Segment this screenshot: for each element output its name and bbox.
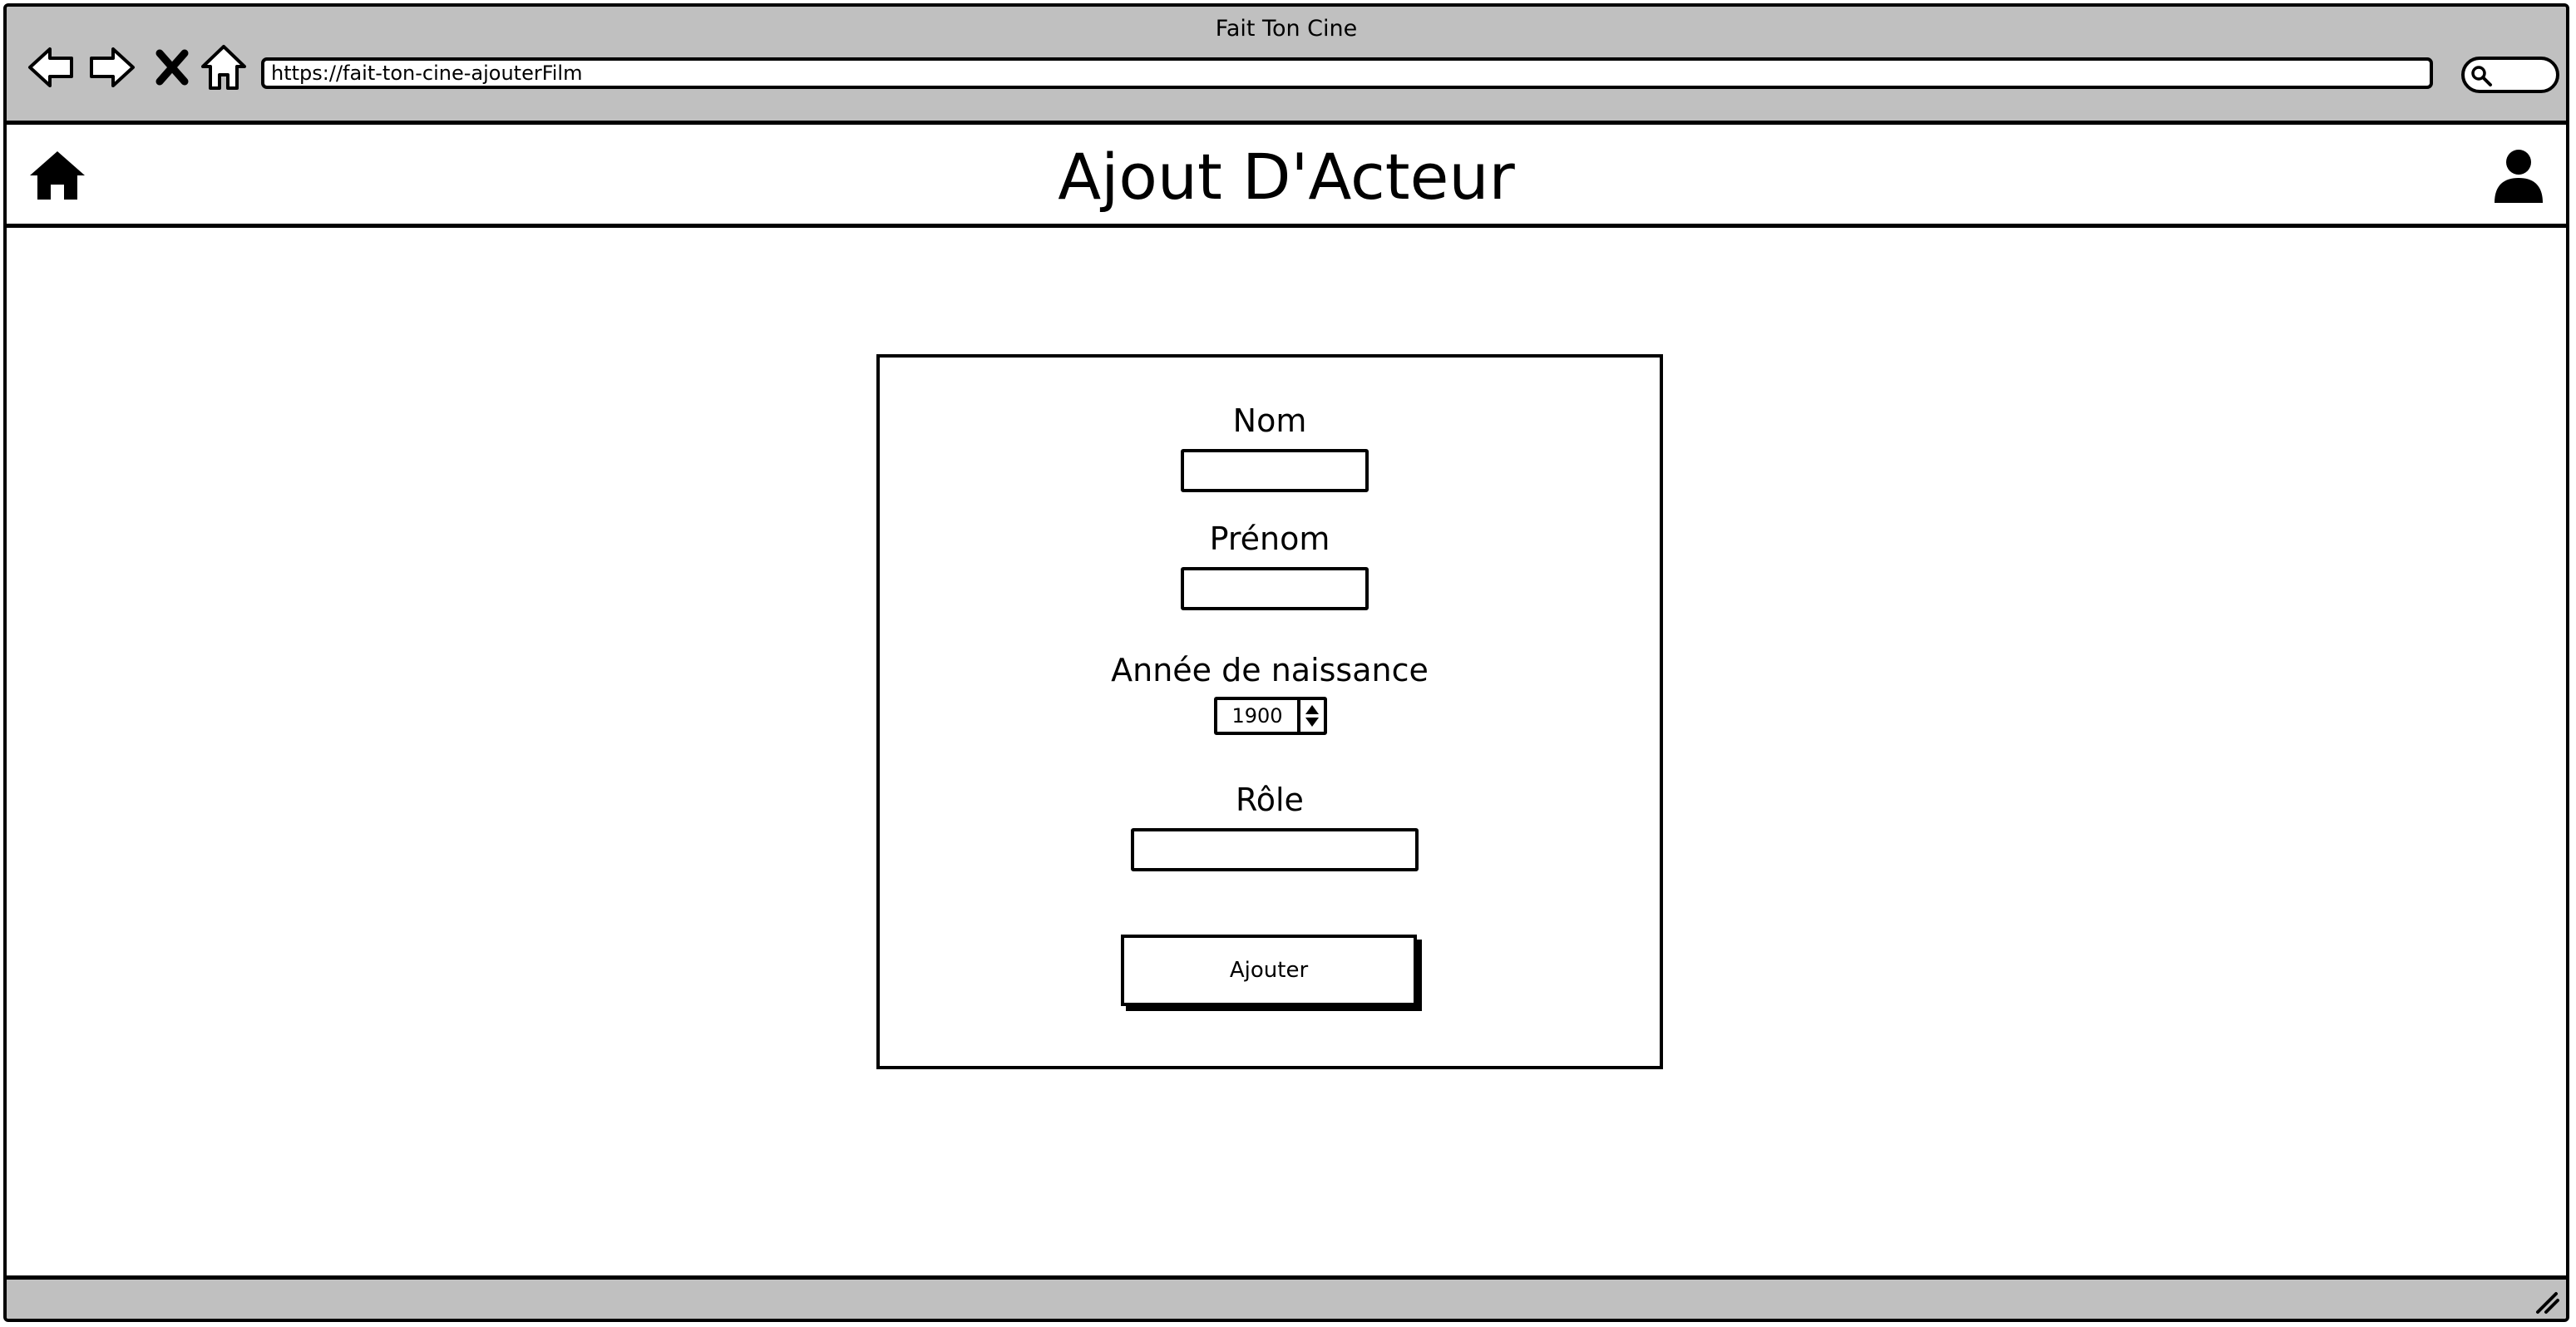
stepper-arrows-icon[interactable]	[1297, 700, 1324, 732]
forward-arrow-icon[interactable]	[88, 43, 136, 91]
browser-search-field[interactable]	[2461, 57, 2559, 93]
browser-toolbar: Fait Ton Cine https://fait-ton-cine-ajou…	[7, 7, 2566, 125]
role-input[interactable]	[1131, 828, 1419, 871]
birth-year-value[interactable]: 1900	[1217, 700, 1297, 732]
home-icon[interactable]	[200, 43, 248, 91]
nom-input[interactable]	[1181, 449, 1369, 492]
resize-grip-icon[interactable]	[2533, 1287, 2561, 1315]
prenom-input[interactable]	[1181, 567, 1369, 610]
field-label-prenom: Prénom	[1209, 520, 1330, 557]
ajouter-button[interactable]: Ajouter	[1121, 935, 1417, 1006]
address-bar[interactable]: https://fait-ton-cine-ajouterFilm	[261, 57, 2433, 89]
app-header: Ajout D'Acteur	[7, 125, 2566, 228]
field-label-role: Rôle	[1236, 782, 1304, 818]
magnifier-icon	[2471, 66, 2492, 86]
browser-window: Fait Ton Cine https://fait-ton-cine-ajou…	[3, 3, 2569, 1322]
back-arrow-icon[interactable]	[27, 43, 75, 91]
window-title: Fait Ton Cine	[1215, 16, 1358, 42]
birth-year-stepper[interactable]: 1900	[1214, 697, 1327, 735]
field-label-annee: Année de naissance	[1111, 652, 1429, 688]
field-label-nom: Nom	[1232, 402, 1307, 439]
status-bar	[7, 1275, 2566, 1319]
stop-icon[interactable]	[151, 43, 193, 91]
page-title: Ajout D'Acteur	[1058, 140, 1515, 214]
user-icon[interactable]	[2493, 148, 2544, 205]
add-actor-form: Nom Prénom Année de naissance 1900 Rôle …	[876, 354, 1663, 1069]
